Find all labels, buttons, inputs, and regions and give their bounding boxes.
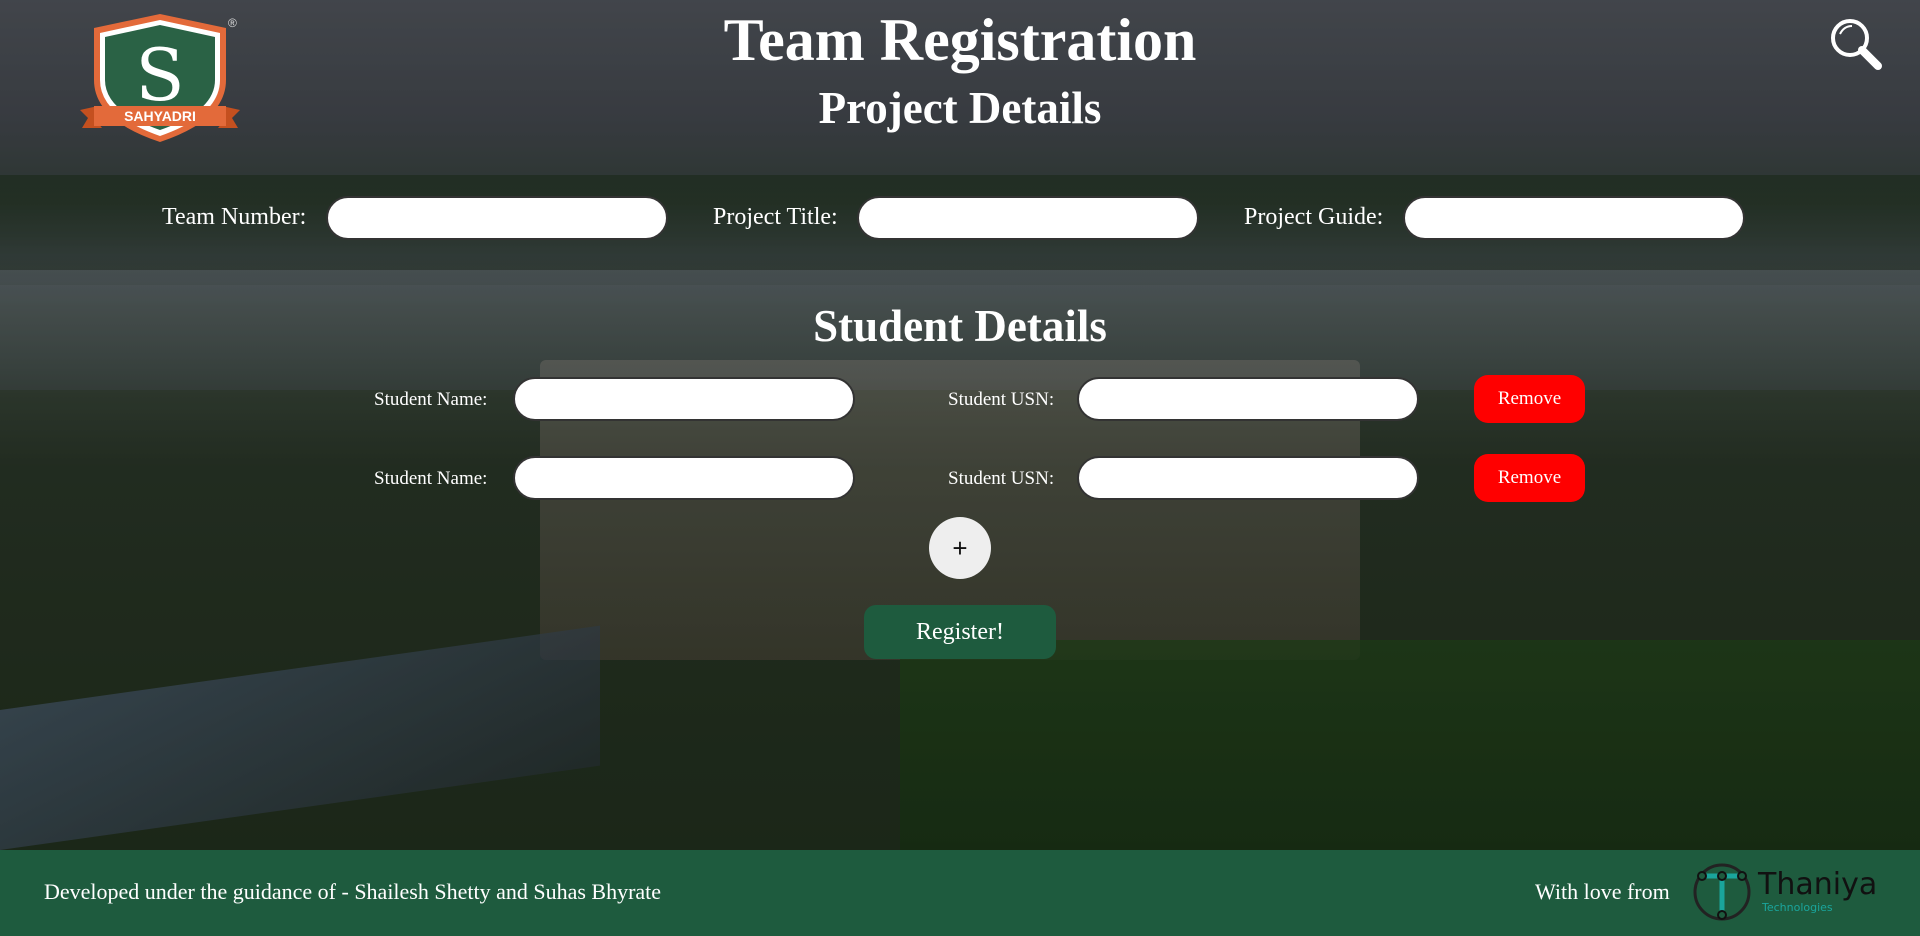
project-title-label: Project Title: <box>713 204 838 230</box>
remove-student-button[interactable]: Remove <box>1474 375 1585 423</box>
register-button[interactable]: Register! <box>864 605 1056 659</box>
footer: Developed under the guidance of - Shaile… <box>0 850 1920 936</box>
project-guide-label: Project Guide: <box>1244 204 1384 230</box>
project-guide-input[interactable] <box>1403 196 1745 240</box>
svg-text:Technologies: Technologies <box>1761 901 1833 914</box>
remove-student-button[interactable]: Remove <box>1474 454 1585 502</box>
thaniya-logo-icon[interactable]: Thaniya Technologies <box>1692 859 1882 925</box>
page-title: Team Registration <box>723 7 1197 73</box>
team-number-label: Team Number: <box>162 204 307 230</box>
project-title-input[interactable] <box>857 196 1199 240</box>
section-title-project: Project Details <box>818 83 1102 133</box>
love-from-text: With love from <box>1535 879 1670 904</box>
student-name-input[interactable] <box>513 377 855 421</box>
student-usn-input[interactable] <box>1077 456 1419 500</box>
student-usn-input[interactable] <box>1077 377 1419 421</box>
student-usn-label: Student USN: <box>948 468 1055 489</box>
student-usn-label: Student USN: <box>948 389 1055 410</box>
student-name-input[interactable] <box>513 456 855 500</box>
student-name-label: Student Name: <box>374 389 488 410</box>
student-name-label: Student Name: <box>374 468 488 489</box>
section-title-students: Student Details <box>813 301 1107 351</box>
team-number-input[interactable] <box>326 196 668 240</box>
add-student-button[interactable]: + <box>929 517 991 579</box>
svg-text:Thaniya: Thaniya <box>1757 867 1877 902</box>
guidance-text: Developed under the guidance of - Shaile… <box>44 879 662 904</box>
